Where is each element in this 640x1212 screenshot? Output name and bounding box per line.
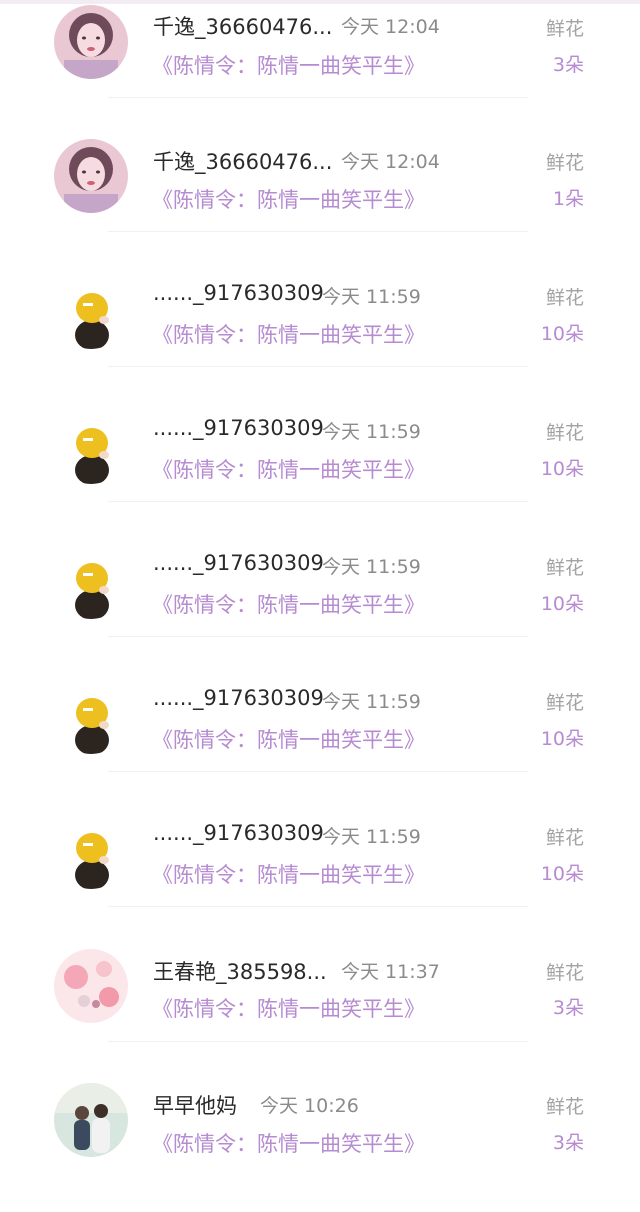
username: ......_917630309: [153, 821, 324, 845]
timestamp: 今天 12:04: [341, 151, 440, 173]
username: ......_917630309: [153, 686, 324, 710]
gift-count: 3朵: [552, 1132, 584, 1154]
gift-count: 1朵: [552, 188, 584, 210]
gift-type: 鲜花: [545, 152, 584, 174]
gift-type: 鲜花: [545, 422, 584, 444]
gift-list-item[interactable]: ......_917630309 今天 11:59 《陈情令：陈情一曲笑平生》 …: [0, 268, 640, 402]
gift-count: 10朵: [540, 323, 584, 345]
username: 千逸_36660476...: [153, 150, 333, 174]
gift-type: 鲜花: [545, 1096, 584, 1118]
book-title[interactable]: 《陈情令：陈情一曲笑平生》: [152, 993, 425, 1023]
gift-list-item[interactable]: 王春艳_385598... 今天 11:37 《陈情令：陈情一曲笑平生》 鲜花 …: [0, 943, 640, 1077]
gift-list-item[interactable]: 千逸_36660476... 今天 12:04 《陈情令：陈情一曲笑平生》 鲜花…: [0, 134, 640, 268]
gift-count: 10朵: [540, 863, 584, 885]
divider: [108, 636, 528, 637]
book-title[interactable]: 《陈情令：陈情一曲笑平生》: [152, 319, 425, 349]
username: ......_917630309: [153, 416, 324, 440]
avatar[interactable]: [54, 815, 128, 889]
timestamp: 今天 11:59: [322, 556, 421, 578]
book-title[interactable]: 《陈情令：陈情一曲笑平生》: [152, 589, 425, 619]
divider: [108, 366, 528, 367]
gift-type: 鲜花: [545, 827, 584, 849]
divider: [108, 97, 528, 98]
timestamp: 今天 11:59: [322, 421, 421, 443]
yellow-hat-girl-icon: [54, 545, 128, 619]
username: 王春艳_385598...: [153, 960, 327, 984]
gift-list-item[interactable]: ......_917630309 今天 11:59 《陈情令：陈情一曲笑平生》 …: [0, 538, 640, 672]
gift-count: 10朵: [540, 728, 584, 750]
timestamp: 今天 11:59: [322, 691, 421, 713]
gift-type: 鲜花: [545, 18, 584, 40]
avatar[interactable]: [54, 545, 128, 619]
divider: [108, 771, 528, 772]
couple-photo-icon: [54, 1083, 128, 1157]
book-title[interactable]: 《陈情令：陈情一曲笑平生》: [152, 184, 425, 214]
avatar[interactable]: [54, 5, 128, 79]
pink-floral-icon: [54, 949, 128, 1023]
divider: [108, 501, 528, 502]
timestamp: 今天 11:37: [341, 961, 440, 983]
book-title[interactable]: 《陈情令：陈情一曲笑平生》: [152, 50, 425, 80]
timestamp: 今天 11:59: [322, 826, 421, 848]
gift-list-item[interactable]: ......_917630309 今天 11:59 《陈情令：陈情一曲笑平生》 …: [0, 403, 640, 537]
gift-list-item[interactable]: ......_917630309 今天 11:59 《陈情令：陈情一曲笑平生》 …: [0, 673, 640, 807]
book-title[interactable]: 《陈情令：陈情一曲笑平生》: [152, 1128, 425, 1158]
avatar[interactable]: [54, 1083, 128, 1157]
avatar[interactable]: [54, 680, 128, 754]
gift-type: 鲜花: [545, 962, 584, 984]
avatar[interactable]: [54, 139, 128, 213]
username: ......_917630309: [153, 281, 324, 305]
divider: [108, 1041, 528, 1042]
gift-type: 鲜花: [545, 557, 584, 579]
yellow-hat-girl-icon: [54, 410, 128, 484]
timestamp: 今天 11:59: [322, 286, 421, 308]
yellow-hat-girl-icon: [54, 275, 128, 349]
gift-count: 3朵: [552, 997, 584, 1019]
timestamp: 今天 10:26: [260, 1095, 359, 1117]
avatar[interactable]: [54, 949, 128, 1023]
woman-portrait-icon: [54, 5, 128, 79]
divider: [108, 906, 528, 907]
yellow-hat-girl-icon: [54, 815, 128, 889]
book-title[interactable]: 《陈情令：陈情一曲笑平生》: [152, 454, 425, 484]
gift-list-item[interactable]: ......_917630309 今天 11:59 《陈情令：陈情一曲笑平生》 …: [0, 808, 640, 942]
username: 早早他妈: [153, 1094, 237, 1118]
gift-count: 10朵: [540, 593, 584, 615]
avatar[interactable]: [54, 410, 128, 484]
gift-list-item[interactable]: 早早他妈 今天 10:26 《陈情令：陈情一曲笑平生》 鲜花 3朵: [0, 1078, 640, 1212]
timestamp: 今天 12:04: [341, 16, 440, 38]
gift-count: 3朵: [552, 54, 584, 76]
gift-type: 鲜花: [545, 287, 584, 309]
gift-type: 鲜花: [545, 692, 584, 714]
book-title[interactable]: 《陈情令：陈情一曲笑平生》: [152, 859, 425, 889]
username: ......_917630309: [153, 551, 324, 575]
woman-portrait-icon: [54, 139, 128, 213]
gift-count: 10朵: [540, 458, 584, 480]
yellow-hat-girl-icon: [54, 680, 128, 754]
username: 千逸_36660476...: [153, 15, 333, 39]
gift-list-item[interactable]: 千逸_36660476... 今天 12:04 《陈情令：陈情一曲笑平生》 鲜花…: [0, 0, 640, 134]
divider: [108, 231, 528, 232]
book-title[interactable]: 《陈情令：陈情一曲笑平生》: [152, 724, 425, 754]
avatar[interactable]: [54, 275, 128, 349]
